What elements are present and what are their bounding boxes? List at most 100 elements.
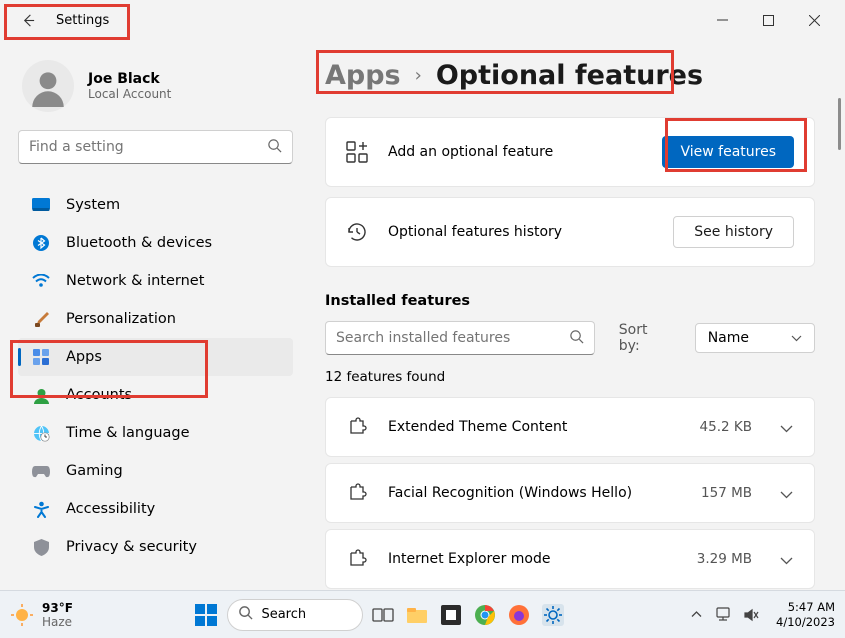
breadcrumb-parent[interactable]: Apps: [325, 60, 401, 91]
nav-list: System Bluetooth & devices Network & int…: [18, 186, 293, 566]
paintbrush-icon: [32, 310, 50, 328]
content-area: Apps › Optional features Add an optional…: [305, 40, 845, 590]
sidebar-item-network[interactable]: Network & internet: [18, 262, 293, 300]
nav-label: Accessibility: [66, 501, 155, 517]
sidebar-item-privacy[interactable]: Privacy & security: [18, 528, 293, 566]
accessibility-icon: [32, 500, 50, 518]
puzzle-icon: [346, 548, 368, 570]
maximize-button[interactable]: [745, 4, 791, 36]
close-button[interactable]: [791, 4, 837, 36]
sidebar-item-gaming[interactable]: Gaming: [18, 452, 293, 490]
sort-label: Sort by:: [619, 322, 671, 354]
minimize-button[interactable]: [699, 4, 745, 36]
view-features-button[interactable]: View features: [662, 136, 794, 168]
bluetooth-icon: [32, 234, 50, 252]
sort-select[interactable]: Name: [695, 323, 815, 353]
window-controls: [699, 4, 837, 36]
puzzle-icon: [346, 482, 368, 504]
chevron-down-icon: [780, 484, 794, 503]
network-tray-icon[interactable]: [714, 605, 734, 625]
feature-item[interactable]: Internet Explorer mode 3.29 MB: [325, 529, 815, 589]
sort-value: Name: [708, 330, 749, 346]
sidebar-item-time[interactable]: Time & language: [18, 414, 293, 452]
add-grid-icon: [346, 141, 368, 163]
search-settings-box[interactable]: [18, 130, 293, 164]
card-label: Add an optional feature: [388, 144, 642, 160]
user-name: Joe Black: [88, 71, 171, 87]
sidebar-item-accounts[interactable]: Accounts: [18, 376, 293, 414]
add-feature-card: Add an optional feature View features: [325, 117, 815, 187]
accounts-icon: [32, 386, 50, 404]
scrollbar-thumb[interactable]: [838, 98, 841, 150]
clock-time: 5:47 AM: [776, 600, 835, 614]
weather-temp: 93°F: [42, 601, 73, 615]
nav-label: Apps: [66, 349, 102, 365]
user-block[interactable]: Joe Black Local Account: [18, 60, 293, 112]
settings-app-icon[interactable]: [539, 601, 567, 629]
sidebar-item-bluetooth[interactable]: Bluetooth & devices: [18, 224, 293, 262]
sidebar: Joe Black Local Account System Bluetooth…: [0, 40, 305, 590]
history-card: Optional features history See history: [325, 197, 815, 267]
clock-date: 4/10/2023: [776, 615, 835, 629]
dark-app-icon[interactable]: [437, 601, 465, 629]
volume-icon[interactable]: [742, 605, 762, 625]
feature-size: 157 MB: [701, 485, 752, 501]
sidebar-item-apps[interactable]: Apps: [18, 338, 293, 376]
search-icon: [267, 138, 282, 157]
nav-label: Personalization: [66, 311, 176, 327]
search-features-box[interactable]: [325, 321, 595, 355]
history-icon: [346, 221, 368, 243]
title-bar: Settings: [0, 0, 845, 40]
search-icon: [569, 329, 584, 348]
taskbar: 93°F Haze Search 5:47 AM 4/10/2023: [0, 590, 845, 638]
sidebar-item-accessibility[interactable]: Accessibility: [18, 490, 293, 528]
weather-cond: Haze: [42, 615, 73, 629]
nav-label: Accounts: [66, 387, 132, 403]
gaming-icon: [32, 462, 50, 480]
taskbar-search-label: Search: [261, 607, 306, 622]
clock[interactable]: 5:47 AM 4/10/2023: [776, 600, 835, 629]
breadcrumb: Apps › Optional features: [325, 60, 815, 91]
nav-label: System: [66, 197, 120, 213]
start-button[interactable]: [191, 600, 221, 630]
see-history-button[interactable]: See history: [673, 216, 794, 248]
feature-name: Internet Explorer mode: [388, 551, 677, 567]
task-view-icon[interactable]: [369, 601, 397, 629]
chevron-down-icon: [791, 330, 802, 346]
clock-globe-icon: [32, 424, 50, 442]
sidebar-item-system[interactable]: System: [18, 186, 293, 224]
firefox-icon[interactable]: [505, 601, 533, 629]
sidebar-item-personalization[interactable]: Personalization: [18, 300, 293, 338]
wifi-icon: [32, 272, 50, 290]
chevron-down-icon: [780, 550, 794, 569]
chevron-right-icon: ›: [415, 65, 422, 86]
app-title: Settings: [56, 13, 109, 28]
avatar: [22, 60, 74, 112]
back-arrow-icon[interactable]: [20, 12, 36, 28]
apps-icon: [32, 348, 50, 366]
nav-label: Bluetooth & devices: [66, 235, 212, 251]
search-settings-input[interactable]: [29, 139, 267, 155]
feature-name: Facial Recognition (Windows Hello): [388, 485, 681, 501]
features-count: 12 features found: [325, 369, 815, 385]
nav-label: Network & internet: [66, 273, 204, 289]
feature-item[interactable]: Facial Recognition (Windows Hello) 157 M…: [325, 463, 815, 523]
page-title: Optional features: [436, 60, 703, 91]
weather-widget[interactable]: 93°F Haze: [10, 601, 73, 629]
feature-item[interactable]: Extended Theme Content 45.2 KB: [325, 397, 815, 457]
chrome-icon[interactable]: [471, 601, 499, 629]
taskbar-search[interactable]: Search: [227, 599, 363, 631]
shield-icon: [32, 538, 50, 556]
chevron-down-icon: [780, 418, 794, 437]
installed-header: Installed features: [325, 293, 815, 309]
search-icon: [238, 605, 253, 624]
system-tray: 5:47 AM 4/10/2023: [686, 600, 835, 629]
nav-label: Time & language: [66, 425, 190, 441]
puzzle-icon: [346, 416, 368, 438]
tray-overflow-icon[interactable]: [686, 605, 706, 625]
nav-label: Gaming: [66, 463, 123, 479]
explorer-icon[interactable]: [403, 601, 431, 629]
weather-icon: [10, 603, 34, 627]
search-features-input[interactable]: [336, 330, 569, 346]
feature-size: 45.2 KB: [700, 419, 752, 435]
